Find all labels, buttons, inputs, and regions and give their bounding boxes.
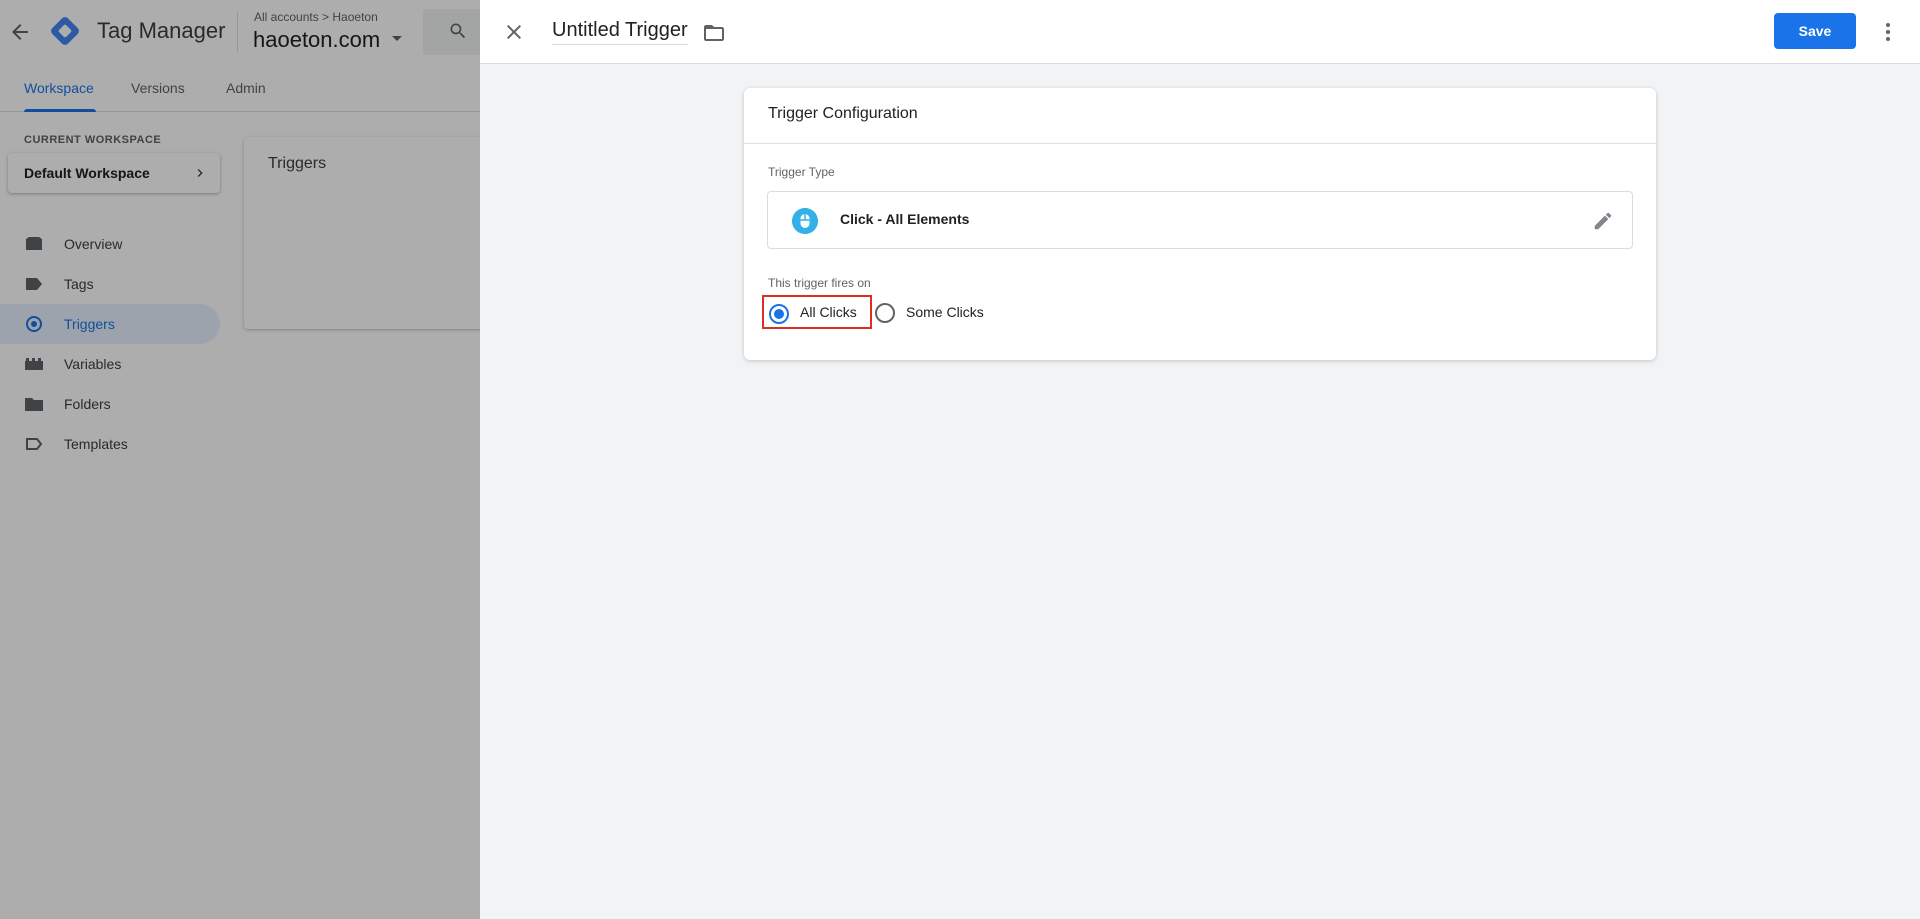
card-title: Trigger Configuration — [768, 105, 918, 122]
edit-pencil-icon[interactable] — [1592, 210, 1614, 232]
more-vert-icon[interactable] — [1876, 20, 1900, 44]
mouse-click-icon — [792, 208, 818, 234]
close-icon[interactable] — [502, 20, 526, 44]
some-clicks-radio[interactable]: Some Clicks — [875, 295, 995, 329]
all-clicks-radio[interactable]: All Clicks — [762, 295, 872, 329]
panel-header: Untitled Trigger Save — [480, 0, 1920, 64]
fires-on-label: This trigger fires on — [768, 276, 871, 290]
radio-label: All Clicks — [800, 304, 857, 320]
save-button[interactable]: Save — [1774, 13, 1856, 49]
trigger-editor-panel: Untitled Trigger Save Trigger Configurat… — [480, 0, 1920, 919]
trigger-type-label: Trigger Type — [768, 165, 835, 179]
radio-label: Some Clicks — [906, 304, 984, 320]
trigger-type-name: Click - All Elements — [840, 211, 970, 227]
trigger-type-selector[interactable]: Click - All Elements — [767, 191, 1633, 249]
radio-unselected-indicator[interactable] — [875, 303, 895, 323]
trigger-name-field[interactable]: Untitled Trigger — [552, 19, 688, 45]
radio-selected-indicator[interactable] — [769, 304, 789, 324]
card-divider — [744, 143, 1656, 144]
trigger-configuration-card: Trigger Configuration Trigger Type Click… — [744, 88, 1656, 360]
folder-icon[interactable] — [702, 21, 726, 45]
